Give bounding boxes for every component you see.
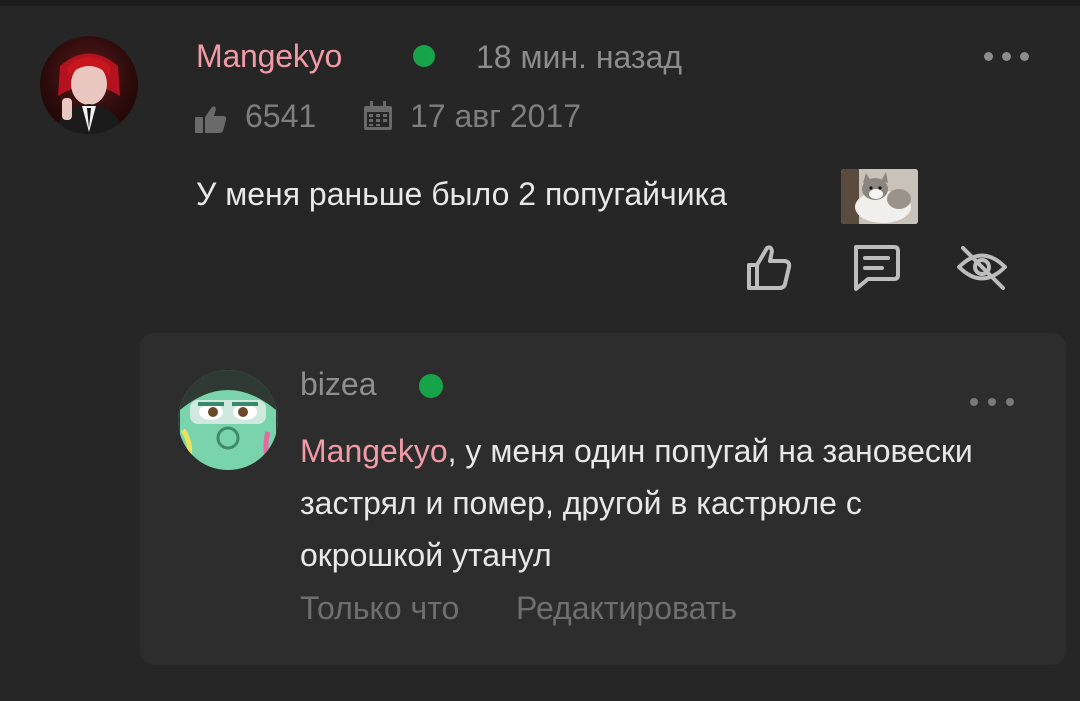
cat-emoji-image	[841, 169, 918, 224]
edit-button[interactable]: Редактировать	[516, 590, 737, 627]
reply-author[interactable]: bizea	[300, 366, 377, 403]
thumb-up-icon	[195, 106, 227, 133]
calendar-icon	[364, 101, 392, 130]
online-indicator	[419, 374, 443, 398]
top-divider	[0, 0, 1080, 6]
more-options-button[interactable]	[966, 386, 1022, 416]
avatar[interactable]	[40, 36, 138, 134]
reply-icon[interactable]	[848, 239, 902, 293]
comment-date: 17 авг 2017	[410, 98, 582, 134]
avatar[interactable]	[178, 370, 278, 470]
mention-link[interactable]: Mangekyo	[300, 433, 448, 469]
hide-icon[interactable]	[955, 240, 1009, 294]
comment-time: 18 мин. назад	[476, 39, 683, 75]
reply-time: Только что	[300, 590, 460, 626]
more-options-button[interactable]	[980, 40, 1036, 72]
like-icon[interactable]	[742, 241, 796, 295]
comment-text: У меня раньше было 2 попугайчика	[196, 176, 728, 212]
online-indicator	[413, 45, 435, 67]
reply-text: Mangekyo, у меня один попугай на зановес…	[300, 425, 1000, 581]
likes-count: 6541	[245, 98, 317, 134]
comment-author[interactable]: Mangekyo	[196, 38, 342, 75]
